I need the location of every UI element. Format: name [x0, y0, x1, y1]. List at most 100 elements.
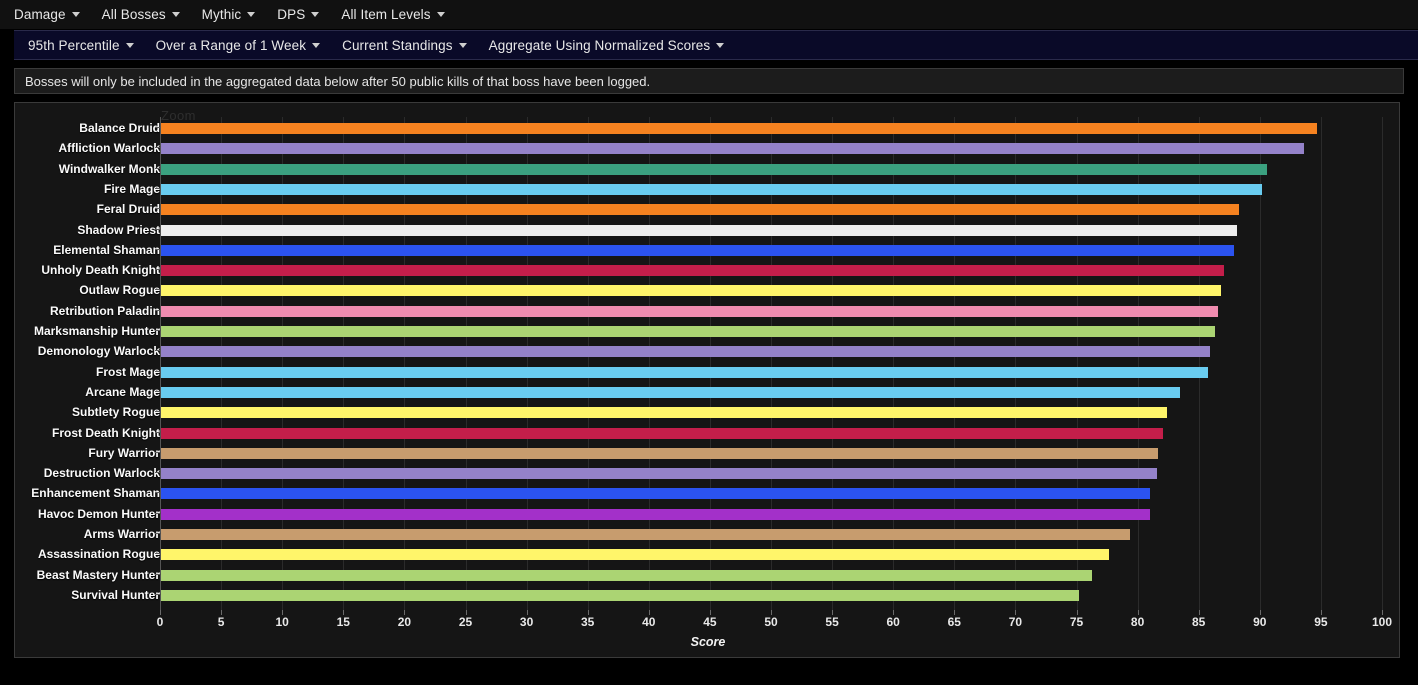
chart-row[interactable]: Havoc Demon Hunter: [15, 508, 1401, 529]
nav-label: DPS: [277, 7, 306, 22]
nav-label: All Item Levels: [341, 7, 431, 22]
spec-bar[interactable]: [161, 346, 1210, 358]
spec-bar[interactable]: [161, 204, 1240, 216]
spec-bar[interactable]: [161, 427, 1164, 439]
spec-bar[interactable]: [161, 366, 1209, 378]
nav-item-range[interactable]: Over a Range of 1 Week: [156, 38, 321, 53]
y-axis-tick: [155, 350, 160, 352]
chart-row[interactable]: Retribution Paladin: [15, 305, 1401, 326]
nav-item-dps[interactable]: DPS: [277, 7, 320, 22]
chart-row[interactable]: Subtlety Rogue: [15, 406, 1401, 427]
nav-item-percentile[interactable]: 95th Percentile: [28, 38, 134, 53]
chart-row[interactable]: Arcane Mage: [15, 386, 1401, 407]
chevron-down-icon: [171, 12, 180, 17]
chart-row[interactable]: Feral Druid: [15, 202, 1401, 224]
spec-bar[interactable]: [161, 529, 1131, 540]
chart-row[interactable]: Frost Death Knight: [15, 425, 1401, 448]
spec-label: Beast Mastery Hunter: [36, 567, 160, 582]
spec-label: Unholy Death Knight: [41, 263, 160, 278]
chevron-down-icon: [716, 42, 725, 48]
y-axis-tick: [155, 147, 160, 149]
spec-bar[interactable]: [161, 569, 1093, 581]
spec-bar[interactable]: [161, 549, 1110, 561]
x-axis-tick-label: 50: [764, 615, 778, 629]
spec-bar[interactable]: [161, 123, 1318, 134]
chart-row[interactable]: Outlaw Rogue: [15, 284, 1401, 305]
x-axis-tick-label: 45: [703, 615, 717, 629]
spec-label: Fire Mage: [103, 181, 160, 196]
spec-bar[interactable]: [161, 305, 1219, 317]
nav-item-standings[interactable]: Current Standings: [342, 38, 467, 53]
x-axis-tick-label: 30: [519, 615, 534, 629]
x-axis-tick-label: 15: [336, 615, 350, 629]
nav-item-damage[interactable]: Damage: [14, 7, 80, 22]
chart-row[interactable]: Arms Warrior: [15, 528, 1401, 549]
chart-row[interactable]: Elemental Shaman: [15, 242, 1401, 265]
spec-bar[interactable]: [161, 163, 1268, 175]
spec-bar[interactable]: [161, 326, 1215, 337]
x-axis-tick-label: 5: [217, 615, 225, 629]
chevron-down-icon: [458, 42, 467, 48]
y-axis-tick: [155, 472, 160, 474]
chart-row[interactable]: Enhancement Shaman: [15, 486, 1401, 508]
chart-row[interactable]: Affliction Warlock: [15, 142, 1401, 163]
y-axis-tick: [155, 330, 160, 331]
spec-bar[interactable]: [161, 468, 1158, 480]
chart-row[interactable]: Demonology Warlock: [15, 345, 1401, 366]
chevron-down-icon: [311, 12, 320, 17]
spec-label: Enhancement Shaman: [31, 486, 160, 501]
spec-bar[interactable]: [161, 407, 1167, 419]
spec-bar[interactable]: [161, 285, 1221, 297]
y-axis-tick: [155, 553, 160, 555]
spec-bar[interactable]: [161, 447, 1159, 459]
spec-bar[interactable]: [161, 488, 1150, 500]
notice-banner: Bosses will only be included in the aggr…: [14, 68, 1404, 94]
spec-bar[interactable]: [161, 589, 1079, 601]
x-axis-title: Score: [690, 635, 726, 649]
spec-bar[interactable]: [161, 386, 1181, 398]
chart-row[interactable]: Unholy Death Knight: [15, 263, 1401, 285]
chart-row[interactable]: Marksmanship Hunter: [15, 325, 1401, 346]
nav-item-aggregate[interactable]: Aggregate Using Normalized Scores: [489, 38, 725, 53]
chart-row[interactable]: Frost Mage: [15, 364, 1401, 387]
spec-bar[interactable]: [161, 265, 1225, 277]
chart-row[interactable]: Balance Druid: [15, 121, 1401, 143]
chart-row[interactable]: Assassination Rogue: [15, 548, 1401, 569]
y-axis-tick: [155, 127, 160, 128]
chart-row[interactable]: Fury Warrior: [15, 447, 1401, 468]
y-axis-tick: [155, 309, 160, 311]
nav-label: Current Standings: [342, 37, 453, 53]
chart-row[interactable]: Destruction Warlock: [15, 467, 1401, 488]
chart-row[interactable]: Survival Hunter: [15, 589, 1401, 610]
nav-item-mythic[interactable]: Mythic: [202, 7, 256, 22]
spec-bar[interactable]: [161, 508, 1150, 520]
spec-label: Balance Druid: [79, 121, 160, 135]
y-axis-tick: [155, 370, 160, 372]
nav-item-all-item-levels[interactable]: All Item Levels: [341, 7, 445, 22]
spec-bar[interactable]: [161, 143, 1304, 155]
chart-row[interactable]: Windwalker Monk: [15, 161, 1401, 184]
spec-bar[interactable]: [161, 224, 1237, 236]
x-axis-tick-label: 60: [886, 615, 900, 629]
secondary-navbar: 95th Percentile Over a Range of 1 Week C…: [14, 30, 1418, 60]
chevron-down-icon: [247, 12, 256, 17]
chart-panel: Zoom 0 5 10 15 20 25 30 35 40 45 50 55 60 65 70 75 80 85 9…: [14, 102, 1400, 658]
spec-bar[interactable]: [161, 244, 1235, 256]
nav-label: Aggregate Using Normalized Scores: [488, 37, 711, 53]
chevron-down-icon: [71, 12, 80, 17]
chart-row[interactable]: Beast Mastery Hunter: [15, 567, 1401, 590]
spec-label: Elemental Shaman: [53, 242, 160, 257]
chart-row[interactable]: Shadow Priest: [15, 224, 1401, 245]
spec-bar[interactable]: [161, 183, 1263, 195]
nav-label: 95th Percentile: [28, 37, 120, 53]
x-axis-tick-label: 0: [156, 615, 164, 629]
spec-label: Windwalker Monk: [58, 161, 160, 176]
chart-row[interactable]: Fire Mage: [15, 181, 1401, 204]
spec-label: Frost Mage: [95, 364, 160, 379]
spec-label: Frost Death Knight: [52, 425, 160, 440]
nav-item-all-bosses[interactable]: All Bosses: [102, 7, 180, 22]
y-axis-tick: [155, 167, 160, 169]
y-axis-tick: [155, 411, 160, 413]
spec-label: Feral Druid: [96, 202, 160, 217]
y-axis-tick: [155, 492, 160, 494]
